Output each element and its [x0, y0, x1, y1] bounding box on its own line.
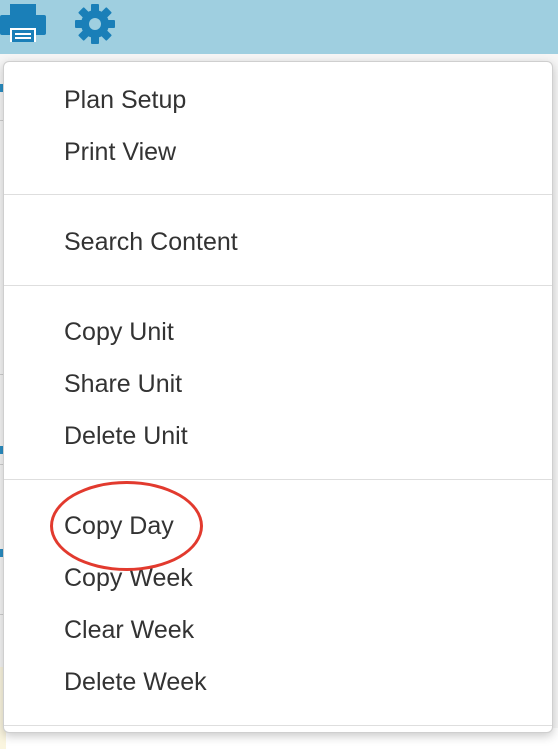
gear-icon[interactable] [73, 2, 117, 51]
print-icon[interactable] [0, 4, 46, 49]
menu-divider [4, 725, 552, 726]
menu-divider [4, 194, 552, 195]
menu-item-print-view[interactable]: Print View [64, 130, 176, 174]
menu-item-delete-unit[interactable]: Delete Unit [64, 414, 188, 458]
menu-item-copy-week[interactable]: Copy Week [64, 556, 193, 600]
menu-item-plan-setup[interactable]: Plan Setup [64, 78, 186, 122]
menu-item-copy-unit[interactable]: Copy Unit [64, 310, 174, 354]
menu-item-copy-day[interactable]: Copy Day [64, 504, 174, 548]
menu-divider [4, 285, 552, 286]
menu-item-delete-week[interactable]: Delete Week [64, 660, 207, 704]
menu-item-share-unit[interactable]: Share Unit [64, 362, 182, 406]
menu-item-search-content[interactable]: Search Content [64, 220, 238, 264]
top-toolbar [0, 0, 558, 54]
menu-item-clear-week[interactable]: Clear Week [64, 608, 194, 652]
menu-divider [4, 479, 552, 480]
settings-dropdown-menu: Plan Setup Print View Search Content Cop… [3, 61, 553, 733]
